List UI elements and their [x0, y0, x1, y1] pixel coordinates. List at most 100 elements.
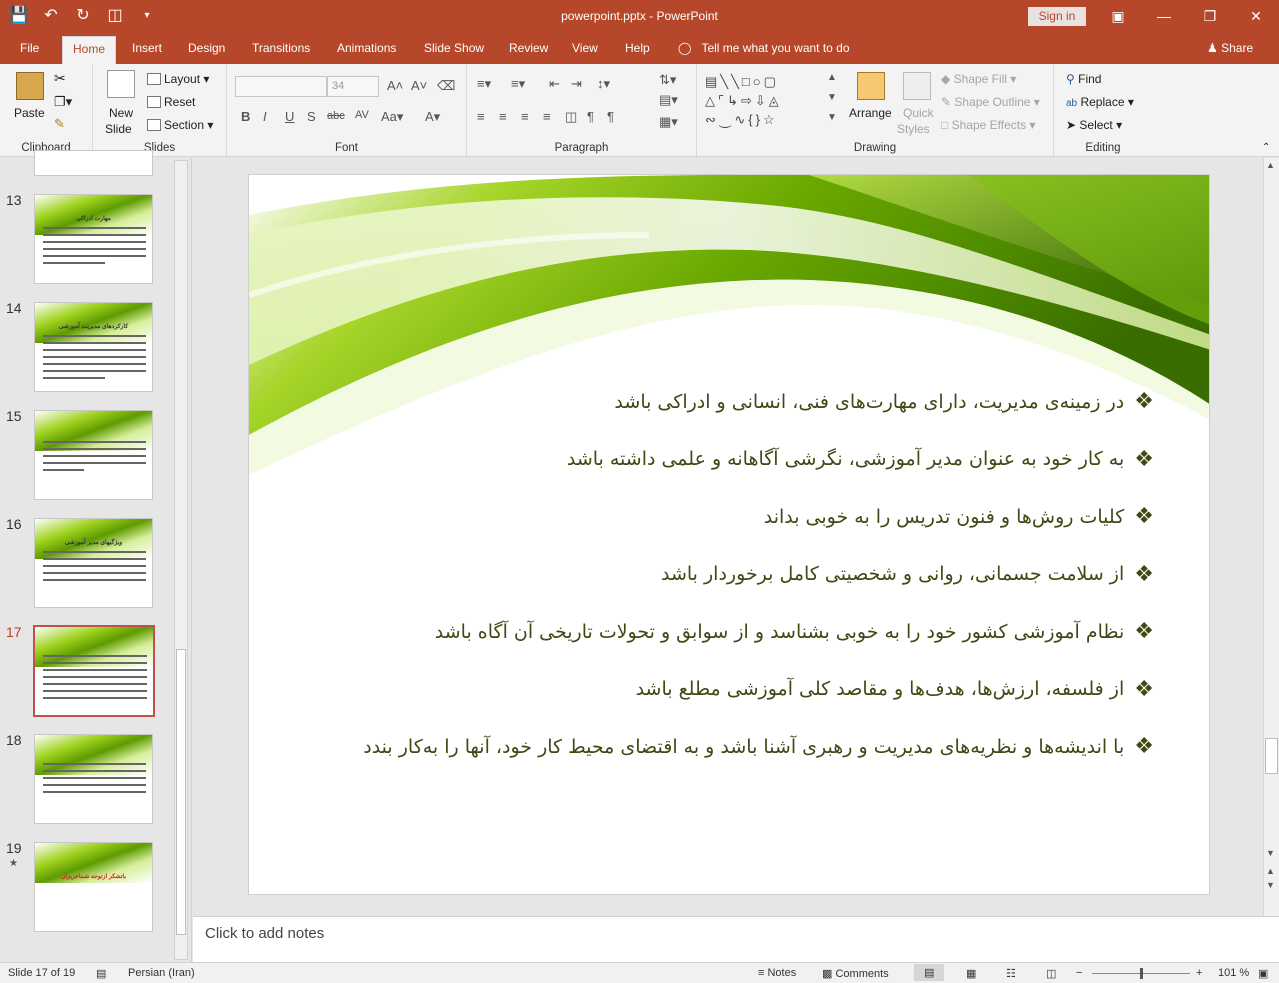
cut-icon[interactable]: ✂ [54, 70, 66, 87]
zoom-out-icon[interactable]: − [1076, 967, 1082, 979]
align-text-icon[interactable]: ▤▾ [659, 92, 678, 108]
language-indicator[interactable]: Persian (Iran) [128, 967, 195, 979]
thumbnail-scrollbar[interactable] [174, 160, 188, 960]
columns-icon[interactable]: ◫ [565, 109, 577, 125]
new-slide-label-1[interactable]: New [109, 106, 133, 120]
clear-format-icon[interactable]: ⌫ [437, 78, 455, 94]
tab-design[interactable]: Design [188, 41, 225, 55]
new-slide-icon[interactable] [107, 70, 135, 98]
gallery-down-icon[interactable]: ▼ [827, 92, 837, 103]
layout-button[interactable]: Layout ▾ [147, 72, 209, 86]
line-spacing-icon[interactable]: ↕▾ [597, 76, 610, 92]
shape-effects-button[interactable]: □ Shape Effects ▾ [941, 118, 1035, 132]
arrange-icon[interactable] [857, 72, 885, 100]
tab-insert[interactable]: Insert [132, 41, 162, 55]
reading-view-icon[interactable]: ☷ [1006, 967, 1016, 980]
quick-styles-label-1[interactable]: Quick [903, 106, 934, 120]
paste-button[interactable]: Paste [14, 106, 45, 120]
notes-pane[interactable]: Click to add notes [193, 916, 1279, 962]
gallery-up-icon[interactable]: ▲ [827, 72, 837, 83]
replace-button[interactable]: ab Replace ▾ [1066, 95, 1134, 109]
reset-button[interactable]: Reset [147, 95, 195, 109]
shape-outline-button[interactable]: ✎ Shape Outline ▾ [941, 95, 1040, 109]
slide-canvas[interactable]: ❖ در زمینه‌ی مدیریت، دارای مهارت‌های فنی،… [248, 174, 1210, 895]
notes-placeholder[interactable]: Click to add notes [205, 925, 324, 942]
ribbon-display-icon[interactable]: ▣ [1095, 0, 1141, 32]
underline-icon[interactable]: U [285, 109, 294, 124]
close-icon[interactable]: ✕ [1233, 0, 1279, 32]
ltr-icon[interactable]: ¶ [607, 109, 614, 124]
text-direction-icon[interactable]: ⇅▾ [659, 72, 676, 88]
tell-me-box[interactable]: ◯ Tell me what you want to do [678, 41, 850, 55]
arrange-button[interactable]: Arrange [849, 106, 892, 120]
quick-styles-label-2[interactable]: Styles [897, 122, 930, 136]
minimize-icon[interactable]: — [1141, 0, 1187, 32]
tab-transitions[interactable]: Transitions [252, 41, 310, 55]
strikethrough-icon[interactable]: abc [327, 110, 345, 122]
comments-toggle[interactable]: ▩ Comments [822, 967, 889, 980]
tab-home[interactable]: Home [62, 36, 117, 64]
shape-fill-button[interactable]: ◆ Shape Fill ▾ [941, 72, 1016, 86]
decrease-indent-icon[interactable]: ⇤ [549, 76, 560, 92]
align-left-icon[interactable]: ≡ [477, 109, 485, 124]
slide-thumbnail-selected[interactable] [33, 625, 155, 717]
next-slide-icon[interactable]: ▼ [1266, 880, 1275, 890]
zoom-in-icon[interactable]: + [1196, 967, 1202, 979]
smartart-icon[interactable]: ▦▾ [659, 114, 678, 130]
fit-to-window-icon[interactable]: ▣ [1258, 967, 1268, 980]
align-right-icon[interactable]: ≡ [521, 109, 529, 124]
bullets-icon[interactable]: ≡▾ [477, 76, 491, 92]
share-button[interactable]: ♟ Share [1207, 41, 1253, 55]
decrease-font-icon[interactable]: A˅ [411, 78, 427, 93]
tab-view[interactable]: View [572, 41, 598, 55]
select-button[interactable]: ➤ Select ▾ [1066, 118, 1122, 132]
restore-icon[interactable]: ❐ [1187, 0, 1233, 32]
copy-icon[interactable]: ❐▾ [54, 94, 72, 110]
tab-file[interactable]: File [20, 41, 39, 55]
new-slide-label-2[interactable]: Slide [105, 122, 132, 136]
font-color-icon[interactable]: A▾ [425, 109, 440, 125]
justify-icon[interactable]: ≡ [543, 109, 551, 124]
bold-icon[interactable]: B [241, 109, 250, 124]
sign-in-button[interactable]: Sign in [1028, 7, 1086, 26]
gallery-more-icon[interactable]: ▼ [827, 112, 837, 123]
scroll-up-icon[interactable]: ▲ [1266, 160, 1275, 170]
change-case-icon[interactable]: Aa▾ [381, 109, 403, 125]
char-spacing-icon[interactable]: AV [355, 109, 369, 121]
align-center-icon[interactable]: ≡ [499, 109, 507, 124]
slide-thumbnail[interactable]: باتشکر ازتوجه شماعزیزان [34, 842, 153, 932]
scroll-down-icon[interactable]: ▼ [1266, 848, 1275, 858]
tab-animations[interactable]: Animations [337, 41, 396, 55]
increase-indent-icon[interactable]: ⇥ [571, 76, 582, 92]
shadow-icon[interactable]: S [307, 109, 316, 124]
shapes-gallery[interactable]: ▤╲╲□○▢ △⌜↳⇨⇩◬ ∾⏝∿{}☆ [705, 72, 825, 130]
zoom-slider-thumb[interactable] [1140, 968, 1143, 979]
slide-thumbnail[interactable]: ویژگیهای مدیر آموزشی [34, 518, 153, 608]
font-name-combo[interactable] [235, 76, 327, 97]
previous-slide-icon[interactable]: ▲ [1266, 866, 1275, 876]
numbering-icon[interactable]: ≡▾ [511, 76, 525, 92]
slide-show-icon[interactable]: ◫ [1046, 967, 1056, 980]
thumbnail-scroll-thumb[interactable] [176, 649, 186, 935]
tab-help[interactable]: Help [625, 41, 650, 55]
format-painter-icon[interactable]: ✎ [54, 116, 65, 132]
slide-thumbnail[interactable]: کارکردهای مدیریت آموزشی [34, 302, 153, 392]
section-button[interactable]: Section ▾ [147, 118, 213, 132]
slide-scroll-thumb[interactable] [1265, 738, 1278, 774]
quick-styles-icon[interactable] [903, 72, 931, 100]
tab-review[interactable]: Review [509, 41, 548, 55]
normal-view-icon[interactable]: ▤ [914, 964, 945, 981]
slide-thumbnail[interactable] [34, 410, 153, 500]
italic-icon[interactable]: I [263, 109, 267, 124]
increase-font-icon[interactable]: A˄ [387, 78, 403, 93]
slide-scrollbar[interactable]: ▲ ▼ ▲ ▼ [1263, 158, 1279, 916]
tab-slide-show[interactable]: Slide Show [424, 41, 484, 55]
collapse-ribbon-icon[interactable]: ⌃ [1262, 142, 1270, 153]
spellcheck-icon[interactable]: ▤ [96, 967, 106, 980]
slide-sorter-icon[interactable]: ▦ [966, 967, 976, 980]
slide-thumbnail-partial[interactable] [34, 150, 153, 176]
slide-thumbnail[interactable] [34, 734, 153, 824]
find-button[interactable]: ⚲ Find [1066, 72, 1101, 86]
rtl-icon[interactable]: ¶ [587, 109, 594, 124]
notes-toggle[interactable]: ≡ Notes [758, 967, 796, 979]
